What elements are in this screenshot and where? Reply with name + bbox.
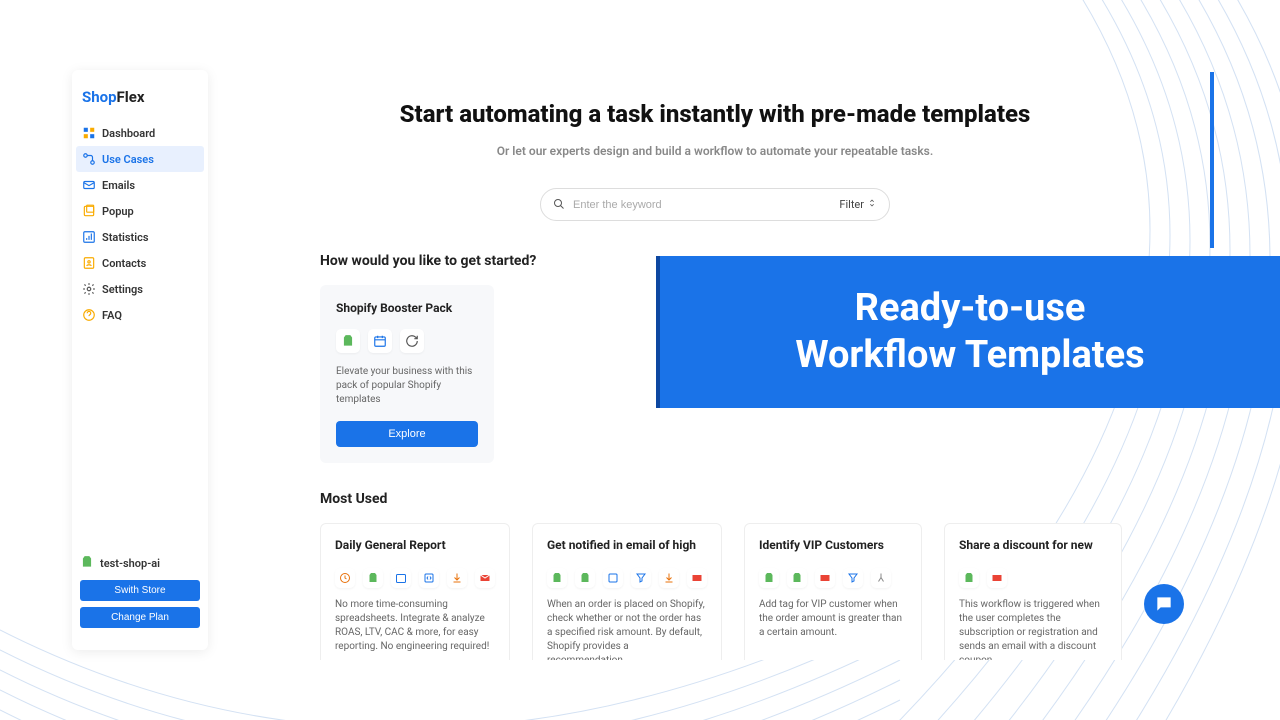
shopify-icon (759, 568, 779, 588)
gmail-icon (475, 568, 495, 588)
search-row: Filter (320, 188, 1110, 221)
sidebar-item-dashboard[interactable]: Dashboard (72, 120, 208, 146)
shopify-icon (575, 568, 595, 588)
filter-icon (631, 568, 651, 588)
template-title: Identify VIP Customers (759, 538, 907, 554)
gmail-icon (687, 568, 707, 588)
sidebar: ShopFlex Dashboard Use Cases Emails Popu… (72, 70, 208, 650)
template-cards: Daily General Report No more time-consum… (320, 523, 1110, 660)
shopify-icon (363, 568, 383, 588)
change-plan-button[interactable]: Change Plan (80, 607, 200, 628)
sidebar-item-label: Dashboard (102, 127, 155, 140)
template-card[interactable]: Identify VIP Customers Add tag for VIP c… (744, 523, 922, 660)
template-card[interactable]: Get notified in email of high When an or… (532, 523, 722, 660)
filter-button[interactable]: Filter (839, 198, 877, 211)
booster-pack-card[interactable]: Shopify Booster Pack Elevate your busine… (320, 285, 494, 463)
sidebar-item-label: Use Cases (102, 153, 154, 166)
store-indicator: test-shop-ai (80, 555, 200, 572)
filter-icon (843, 568, 863, 588)
sidebar-item-statistics[interactable]: Statistics (72, 224, 208, 250)
use-cases-icon (82, 152, 96, 166)
dashboard-icon (82, 126, 96, 140)
statistics-icon (82, 230, 96, 244)
promo-banner: Ready-to-useWorkflow Templates (656, 256, 1280, 408)
sidebar-item-label: FAQ (102, 309, 122, 322)
shopify-icon (80, 555, 94, 572)
sidebar-item-label: Popup (102, 205, 134, 218)
calendar-icon (368, 329, 392, 353)
download-icon (447, 568, 467, 588)
faq-icon (82, 308, 96, 322)
explore-button[interactable]: Explore (336, 421, 478, 447)
banner-text: Ready-to-useWorkflow Templates (795, 285, 1144, 380)
sidebar-item-label: Statistics (102, 231, 148, 244)
sidebar-item-faq[interactable]: FAQ (72, 302, 208, 328)
branch-icon (871, 568, 891, 588)
switch-store-button[interactable]: Swith Store (80, 580, 200, 601)
pack-title: Shopify Booster Pack (336, 301, 478, 315)
pack-desc: Elevate your business with this pack of … (336, 365, 478, 407)
filter-label: Filter (839, 198, 864, 211)
code-icon (419, 568, 439, 588)
settings-icon (82, 282, 96, 296)
sidebar-item-label: Settings (102, 283, 143, 296)
template-desc: Add tag for VIP customer when the order … (759, 598, 907, 640)
template-desc: This workflow is triggered when the user… (959, 598, 1107, 660)
gmail-icon (815, 568, 835, 588)
template-title: Daily General Report (335, 538, 495, 554)
brand-logo: ShopFlex (72, 78, 208, 120)
search-icon (553, 195, 565, 214)
page-subtitle: Or let our experts design and build a wo… (320, 144, 1110, 158)
store-name: test-shop-ai (100, 557, 160, 570)
chat-widget-button[interactable] (1144, 584, 1184, 624)
calendar-icon (391, 568, 411, 588)
shopify-icon (336, 329, 360, 353)
template-card[interactable]: Share a discount for new This workflow i… (944, 523, 1122, 660)
sidebar-item-use-cases[interactable]: Use Cases (76, 146, 204, 172)
sidebar-item-label: Contacts (102, 257, 146, 270)
template-card[interactable]: Daily General Report No more time-consum… (320, 523, 510, 660)
template-desc: No more time-consuming spreadsheets. Int… (335, 598, 495, 654)
pack-icons (336, 329, 478, 353)
sidebar-footer: test-shop-ai Swith Store Change Plan (72, 547, 208, 642)
code-icon (603, 568, 623, 588)
shopify-icon (959, 568, 979, 588)
shopify-icon (547, 568, 567, 588)
shopify-icon (787, 568, 807, 588)
popup-icon (82, 204, 96, 218)
sidebar-item-emails[interactable]: Emails (72, 172, 208, 198)
sort-icon (867, 198, 877, 211)
emails-icon (82, 178, 96, 192)
template-title: Get notified in email of high (547, 538, 707, 554)
gmail-icon (987, 568, 1007, 588)
download-icon (659, 568, 679, 588)
refresh-icon (400, 329, 424, 353)
search-box: Filter (540, 188, 890, 221)
sidebar-item-contacts[interactable]: Contacts (72, 250, 208, 276)
sidebar-item-settings[interactable]: Settings (72, 276, 208, 302)
most-used-heading: Most Used (320, 491, 1110, 507)
sidebar-item-label: Emails (102, 179, 135, 192)
template-title: Share a discount for new (959, 538, 1107, 554)
contacts-icon (82, 256, 96, 270)
clock-icon (335, 568, 355, 588)
sidebar-item-popup[interactable]: Popup (72, 198, 208, 224)
template-desc: When an order is placed on Shopify, chec… (547, 598, 707, 660)
page-title: Start automating a task instantly with p… (320, 100, 1110, 128)
scrollbar-indicator (1210, 72, 1214, 248)
search-input[interactable] (573, 199, 831, 211)
chat-icon (1154, 594, 1174, 614)
